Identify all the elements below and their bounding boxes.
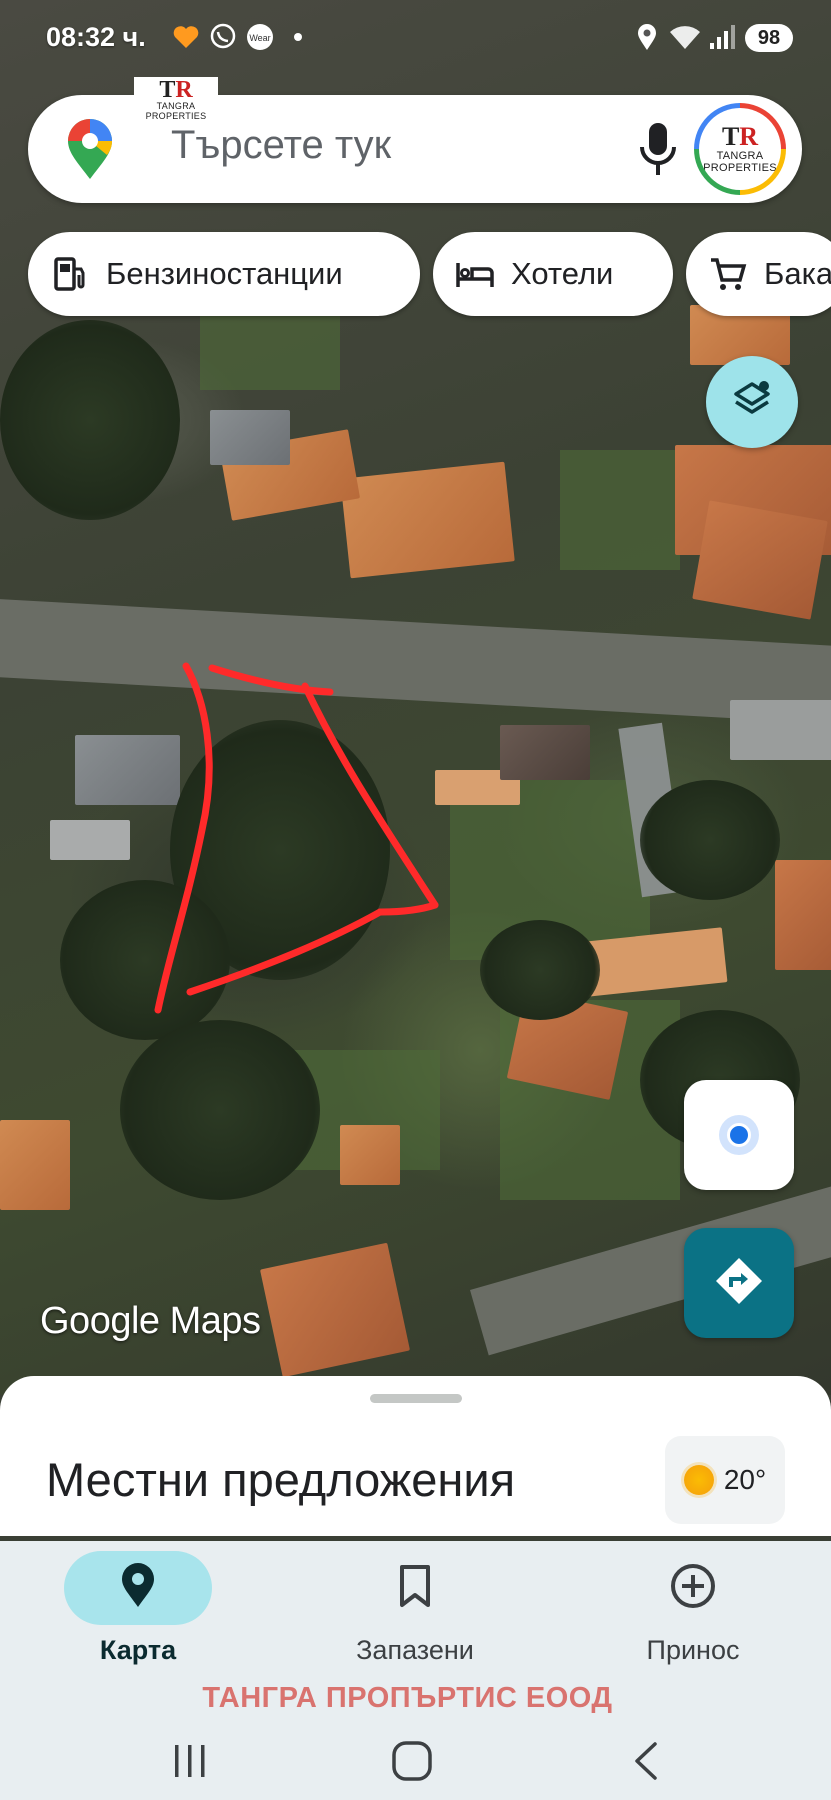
viber-icon — [209, 23, 237, 50]
location-icon — [636, 24, 658, 50]
add-circle-icon — [669, 1562, 717, 1615]
search-input[interactable]: Търсете тук — [171, 123, 391, 168]
wifi-icon — [668, 24, 702, 50]
svg-text:Wear: Wear — [249, 33, 270, 43]
nav-label: Запазени — [356, 1635, 474, 1665]
system-navigation-bar — [0, 1731, 831, 1791]
recent-apps-icon[interactable] — [150, 1731, 230, 1791]
weather-badge[interactable]: 20° — [665, 1436, 785, 1524]
nav-item-contribute[interactable]: Принос — [593, 1551, 793, 1666]
layers-button[interactable] — [706, 356, 798, 448]
nav-item-saved[interactable]: Запазени — [315, 1551, 515, 1666]
sun-icon — [683, 1465, 714, 1495]
cart-icon — [708, 254, 748, 294]
dot-icon — [293, 24, 303, 50]
directions-button[interactable] — [684, 1228, 794, 1338]
gas-station-icon — [50, 254, 90, 294]
weather-temp: 20° — [723, 1464, 767, 1495]
chip-label: Хотели — [511, 256, 614, 291]
signal-icon — [708, 24, 736, 50]
heart-app-icon — [172, 24, 200, 50]
pin-icon — [120, 1562, 156, 1614]
bottom-sheet[interactable]: Местни предложения 20° — [0, 1376, 831, 1536]
chip-label: Бака — [764, 256, 831, 291]
google-maps-attribution: Google Maps — [40, 1300, 261, 1342]
avatar-brand-sub: PROPERTIES — [703, 162, 777, 174]
mic-icon[interactable] — [632, 119, 684, 179]
layers-icon — [730, 378, 774, 427]
home-icon[interactable] — [372, 1731, 452, 1791]
bottom-navigation: Карта Запазени Принос ТАНГРА ПРОПЪРТИС Е… — [0, 1541, 831, 1800]
wear-icon: Wear — [245, 24, 275, 50]
chip-grocery[interactable]: Бака — [686, 232, 831, 316]
overlay-brand-logo: TR TANGRA PROPERTIES — [134, 77, 218, 123]
status-bar: 08:32 ч. Wear 98 — [0, 0, 831, 72]
nav-label: Карта — [99, 1635, 177, 1665]
directions-icon — [713, 1255, 765, 1312]
back-icon[interactable] — [606, 1731, 686, 1791]
chip-gas-stations[interactable]: Бензиностанции — [28, 232, 420, 316]
nav-label: Принос — [646, 1635, 740, 1665]
chip-hotels[interactable]: Хотели — [433, 232, 673, 316]
sheet-title: Местни предложения — [46, 1453, 516, 1506]
chip-label: Бензиностанции — [106, 256, 343, 291]
battery-indicator: 98 — [745, 24, 793, 52]
my-location-icon — [719, 1115, 759, 1155]
my-location-button[interactable] — [684, 1080, 794, 1190]
nav-item-map[interactable]: Карта — [38, 1551, 238, 1666]
bed-icon — [455, 254, 495, 294]
maps-pin-icon — [64, 117, 116, 181]
account-avatar[interactable]: TR TANGRA PROPERTIES — [694, 103, 786, 195]
avatar-logo-mark: TR — [721, 121, 759, 151]
company-watermark: ТАНГРА ПРОПЪРТИС ЕООД — [202, 1682, 613, 1714]
sheet-drag-handle[interactable] — [370, 1394, 462, 1403]
avatar-brand: TANGRA — [716, 149, 764, 162]
status-time: 08:32 ч. — [46, 22, 146, 52]
bookmark-icon — [397, 1563, 433, 1614]
